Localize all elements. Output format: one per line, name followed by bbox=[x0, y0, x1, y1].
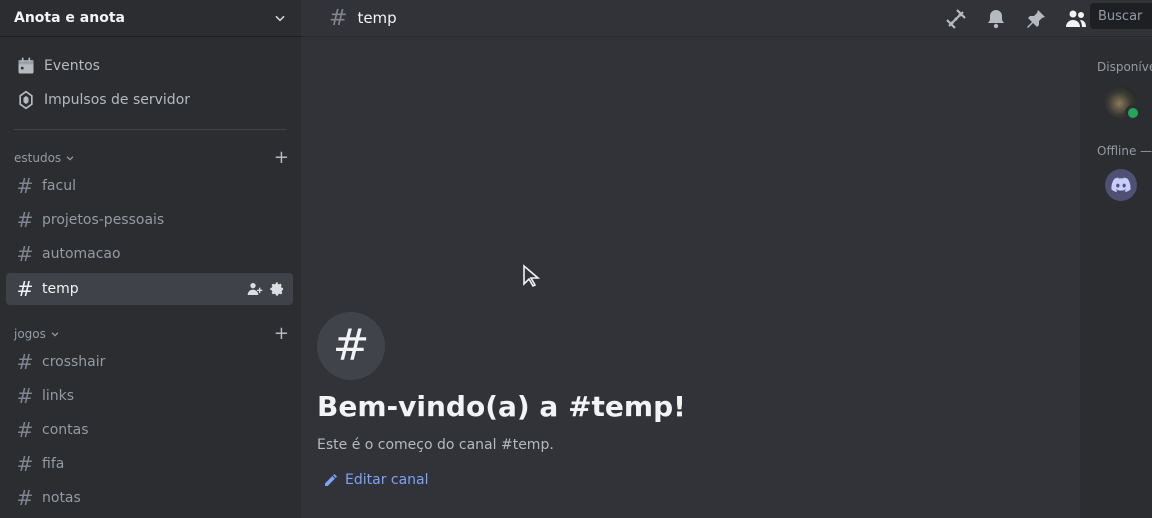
channel-header: # temp Buscar bbox=[301, 0, 1152, 37]
channel-label: notas bbox=[42, 490, 81, 506]
category-label: jogos bbox=[14, 327, 46, 341]
channel-hash-badge: # bbox=[317, 312, 385, 380]
events-item[interactable]: Eventos bbox=[8, 50, 293, 82]
boost-icon bbox=[19, 90, 33, 110]
pencil-icon bbox=[325, 474, 337, 486]
channel-label: facul bbox=[42, 178, 76, 194]
channel-contas[interactable]: # contas bbox=[6, 414, 293, 446]
channel-projetos-pessoais[interactable]: # projetos-pessoais bbox=[6, 204, 293, 236]
chevron-down-icon bbox=[275, 15, 285, 22]
channel-label: links bbox=[42, 388, 75, 404]
server-boosts-label: Impulsos de servidor bbox=[44, 92, 191, 108]
chevron-down-icon bbox=[51, 332, 59, 337]
category-jogos[interactable]: jogos + bbox=[14, 324, 289, 344]
channel-sidebar: Anota e anota Eventos Impulsos de servid… bbox=[0, 0, 301, 518]
pin-icon[interactable] bbox=[1024, 7, 1048, 31]
hash-icon: # bbox=[332, 320, 370, 371]
online-status-dot bbox=[1125, 105, 1141, 121]
hash-icon: # bbox=[16, 350, 34, 374]
server-boosts-item[interactable]: Impulsos de servidor bbox=[8, 84, 293, 116]
channel-links[interactable]: # links bbox=[6, 380, 293, 412]
channel-facul[interactable]: # facul bbox=[6, 170, 293, 202]
hash-icon: # bbox=[329, 5, 348, 31]
channel-fifa[interactable]: # fifa bbox=[6, 448, 293, 480]
hash-icon: # bbox=[16, 418, 34, 442]
channel-temp[interactable]: # temp bbox=[6, 273, 293, 305]
channel-automacao[interactable]: # automacao bbox=[6, 238, 293, 270]
bell-icon[interactable] bbox=[984, 7, 1008, 31]
hash-icon: # bbox=[16, 208, 34, 232]
add-channel-icon[interactable]: + bbox=[274, 325, 289, 343]
hash-icon: # bbox=[16, 486, 34, 510]
channel-label: contas bbox=[42, 422, 89, 438]
channel-crosshair[interactable]: # crosshair bbox=[6, 346, 293, 378]
online-category: Disponível — bbox=[1097, 60, 1152, 74]
edit-channel-link[interactable]: Editar canal bbox=[323, 472, 429, 488]
server-header[interactable]: Anota e anota bbox=[0, 0, 301, 37]
server-name: Anota e anota bbox=[14, 10, 125, 26]
channel-title: temp bbox=[357, 9, 397, 27]
hash-icon: # bbox=[16, 277, 34, 301]
calendar-icon bbox=[18, 57, 34, 74]
hash-icon: # bbox=[16, 174, 34, 198]
welcome-subtitle: Este é o começo do canal #temp. bbox=[317, 437, 554, 453]
hash-icon: # bbox=[16, 384, 34, 408]
avatar[interactable] bbox=[1105, 169, 1137, 201]
category-estudos[interactable]: estudos + bbox=[14, 148, 289, 168]
members-icon[interactable] bbox=[1064, 7, 1088, 31]
add-channel-icon[interactable]: + bbox=[274, 149, 289, 167]
channel-label: automacao bbox=[42, 246, 121, 262]
hash-icon: # bbox=[16, 242, 34, 266]
channel-notas[interactable]: # notas bbox=[6, 482, 293, 514]
hash-icon: # bbox=[16, 452, 34, 476]
edit-channel-label: Editar canal bbox=[345, 472, 429, 488]
channel-label: projetos-pessoais bbox=[42, 212, 165, 228]
channel-label: fifa bbox=[42, 456, 65, 472]
offline-category: Offline — bbox=[1097, 144, 1152, 158]
search-input[interactable]: Buscar bbox=[1090, 3, 1152, 29]
invite-user-icon[interactable] bbox=[247, 281, 263, 297]
events-label: Eventos bbox=[44, 58, 100, 74]
member-list: Disponível — Offline — bbox=[1080, 38, 1152, 518]
welcome-title: Bem-vindo(a) a #temp! bbox=[317, 390, 686, 423]
category-label: estudos bbox=[14, 151, 62, 165]
divider bbox=[14, 129, 287, 130]
mouse-cursor-icon bbox=[523, 264, 541, 288]
discord-logo-icon bbox=[1111, 177, 1131, 193]
gear-icon[interactable] bbox=[269, 281, 285, 297]
channel-label: temp bbox=[42, 281, 79, 297]
chevron-down-icon bbox=[66, 156, 74, 161]
threads-icon[interactable] bbox=[944, 7, 968, 31]
channel-label: crosshair bbox=[42, 354, 106, 370]
